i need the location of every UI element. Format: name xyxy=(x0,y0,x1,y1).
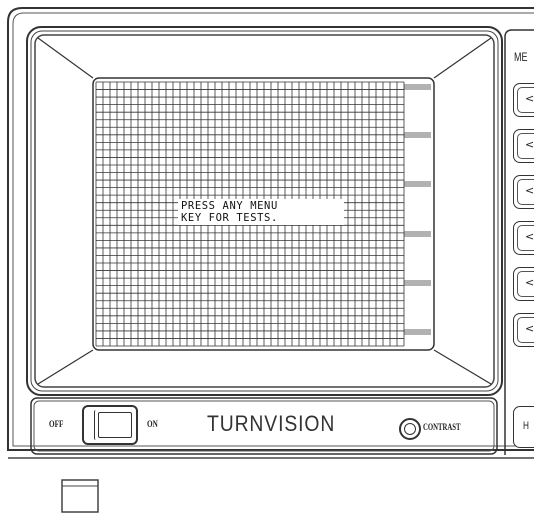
power-on-label: ON xyxy=(147,419,158,429)
menu-key-5[interactable]: < xyxy=(513,267,534,301)
screen-message-line-1: PRESS ANY MENU xyxy=(181,200,278,212)
left-arrow-icon: < xyxy=(525,322,534,335)
power-off-label: OFF xyxy=(49,419,64,429)
contrast-knob[interactable] xyxy=(399,418,421,440)
menu-key-2[interactable]: < xyxy=(513,129,534,163)
monitor-casing xyxy=(7,7,534,513)
left-arrow-icon: < xyxy=(525,276,534,289)
left-arrow-icon: < xyxy=(525,230,534,243)
menu-label: ME xyxy=(514,50,528,64)
brand-name: TURNVISION xyxy=(207,411,336,436)
menu-key-6[interactable]: < xyxy=(513,313,534,347)
screen-message: PRESS ANY MENU KEY FOR TESTS. xyxy=(178,199,344,225)
power-switch[interactable] xyxy=(82,405,138,445)
monitor-device: PRESS ANY MENU KEY FOR TESTS. ME < < < <… xyxy=(0,0,534,527)
power-switch-rocker xyxy=(98,412,132,438)
menu-key-4[interactable]: < xyxy=(513,221,534,255)
menu-key-1[interactable]: < xyxy=(513,83,534,117)
menu-key-3[interactable]: < xyxy=(513,175,534,209)
contrast-label: CONTRAST xyxy=(423,422,461,432)
help-key-label: H xyxy=(523,420,529,432)
left-arrow-icon: < xyxy=(525,138,534,151)
screen-message-line-2: KEY FOR TESTS. xyxy=(181,212,278,224)
left-arrow-icon: < xyxy=(525,184,534,197)
left-arrow-icon: < xyxy=(525,92,534,105)
help-key[interactable]: H xyxy=(513,406,534,448)
